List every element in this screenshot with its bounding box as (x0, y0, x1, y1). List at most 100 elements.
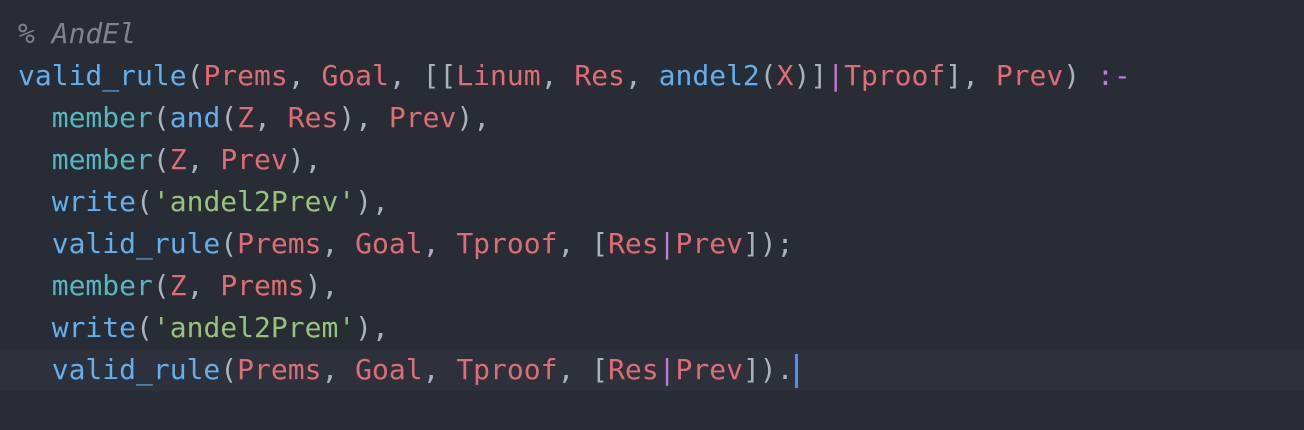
code-token-punctuation: , [ (557, 227, 609, 260)
code-token-function: and (169, 101, 221, 134)
code-token-punctuation: , (321, 227, 356, 260)
code-token-variable: Prems (203, 59, 288, 92)
code-token-punctuation: , (186, 143, 221, 176)
code-token-punctuation: , (422, 227, 457, 260)
code-token-punctuation: ( (186, 59, 204, 92)
code-token-punctuation (18, 227, 52, 260)
code-token-function: valid_rule (51, 353, 221, 386)
code-line[interactable]: write('andel2Prev'), (0, 181, 1304, 223)
code-token-punctuation: , (422, 353, 457, 386)
code-token-punctuation: ]); (742, 227, 794, 260)
code-token-builtin: member (51, 269, 153, 302)
code-token-punctuation (18, 185, 52, 218)
code-token-operator: | (658, 227, 676, 260)
code-token-punctuation: )] (793, 59, 828, 92)
code-token-operator: | (658, 353, 676, 386)
code-token-punctuation: ( (220, 353, 238, 386)
code-token-punctuation: , [ (557, 353, 609, 386)
code-line[interactable]: valid_rule(Prems, Goal, [[Linum, Res, an… (0, 55, 1304, 97)
code-token-variable: Goal (355, 227, 423, 260)
code-line-content: member(Z, Prems), (18, 265, 339, 307)
code-token-variable: Prems (237, 227, 322, 260)
code-token-punctuation: ), (355, 311, 389, 344)
code-token-punctuation: ( (152, 101, 170, 134)
code-token-variable: Z (237, 101, 255, 134)
code-token-variable: Res (287, 101, 339, 134)
code-token-builtin: member (51, 143, 153, 176)
code-token-punctuation: ( (220, 101, 238, 134)
code-token-punctuation: ( (136, 185, 153, 218)
code-token-variable: Res (574, 59, 625, 92)
code-token-function: valid_rule (51, 227, 221, 260)
code-token-variable: Tproof (456, 353, 558, 386)
code-line[interactable]: member(and(Z, Res), Prev), (0, 97, 1304, 139)
text-cursor (794, 354, 798, 388)
code-line[interactable]: write('andel2Prem'), (0, 307, 1304, 349)
code-line-content: member(Z, Prev), (18, 139, 322, 181)
code-token-variable: Z (169, 269, 187, 302)
code-token-variable: Res (608, 353, 659, 386)
code-token-operator: | (827, 59, 845, 92)
code-token-variable: Linum (456, 59, 541, 92)
code-token-punctuation (18, 353, 52, 386)
code-token-variable: Res (608, 227, 659, 260)
code-token-punctuation: ), (355, 185, 389, 218)
code-line-content: member(and(Z, Res), Prev), (18, 97, 490, 139)
code-token-punctuation: , (287, 59, 322, 92)
code-token-punctuation: , [[ (388, 59, 457, 92)
code-token-punctuation: , (321, 353, 356, 386)
code-token-string: 'andel2Prev' (152, 185, 356, 218)
code-token-variable: Prev (675, 227, 743, 260)
code-token-punctuation: ( (152, 269, 170, 302)
code-token-punctuation: ), (287, 143, 322, 176)
code-token-variable: Prev (675, 353, 743, 386)
code-line[interactable]: valid_rule(Prems, Goal, Tproof, [Res|Pre… (0, 223, 1304, 265)
code-token-punctuation: ( (220, 227, 238, 260)
code-token-operator: :- (1096, 59, 1131, 92)
code-token-punctuation: , (624, 59, 659, 92)
code-token-function: andel2 (658, 59, 760, 92)
code-token-builtin: member (51, 101, 153, 134)
code-line-content: write('andel2Prev'), (18, 181, 389, 223)
code-token-punctuation (18, 143, 52, 176)
code-line[interactable]: valid_rule(Prems, Goal, Tproof, [Res|Pre… (0, 349, 1304, 391)
code-token-variable: Prev (388, 101, 457, 134)
code-token-comment: % AndEl (18, 17, 137, 50)
code-token-variable: Prev (220, 143, 288, 176)
code-line-content: valid_rule(Prems, Goal, [[Linum, Res, an… (18, 55, 1131, 97)
code-token-string: 'andel2Prem' (152, 311, 356, 344)
code-token-punctuation: ]). (742, 353, 794, 386)
code-token-variable: X (776, 59, 794, 92)
code-token-function: valid_rule (18, 59, 187, 92)
code-token-variable: Goal (355, 353, 423, 386)
code-token-variable: Prems (220, 269, 305, 302)
code-token-punctuation: ], (945, 59, 996, 92)
code-token-punctuation: ), (456, 101, 491, 134)
code-token-punctuation (18, 101, 52, 134)
code-token-variable: Prev (995, 59, 1064, 92)
code-token-variable: Z (169, 143, 187, 176)
code-token-punctuation: , (254, 101, 288, 134)
code-line-content: valid_rule(Prems, Goal, Tproof, [Res|Pre… (18, 349, 798, 391)
code-token-punctuation: ( (136, 311, 153, 344)
code-token-punctuation: , (186, 269, 221, 302)
code-editor[interactable]: % AndEl valid_rule(Prems, Goal, [[Linum, … (0, 0, 1304, 430)
code-line-content: % AndEl (18, 13, 136, 55)
code-line-content: valid_rule(Prems, Goal, Tproof, [Res|Pre… (18, 223, 794, 265)
code-line-content: write('andel2Prem'), (18, 307, 389, 349)
code-line[interactable]: member(Z, Prev), (0, 139, 1304, 181)
code-line[interactable]: member(Z, Prems), (0, 265, 1304, 307)
code-token-variable: Prems (237, 353, 322, 386)
code-token-punctuation (18, 269, 52, 302)
code-token-punctuation: , (540, 59, 575, 92)
code-token-punctuation: ) (1063, 59, 1097, 92)
code-token-variable: Goal (321, 59, 389, 92)
code-token-punctuation (18, 311, 52, 344)
code-token-variable: Tproof (844, 59, 946, 92)
code-token-function: write (51, 185, 137, 218)
code-token-punctuation: ), (304, 269, 339, 302)
code-line[interactable]: % AndEl (0, 13, 1304, 55)
code-token-punctuation: ( (152, 143, 170, 176)
code-token-punctuation: ( (759, 59, 777, 92)
code-token-function: write (51, 311, 137, 344)
